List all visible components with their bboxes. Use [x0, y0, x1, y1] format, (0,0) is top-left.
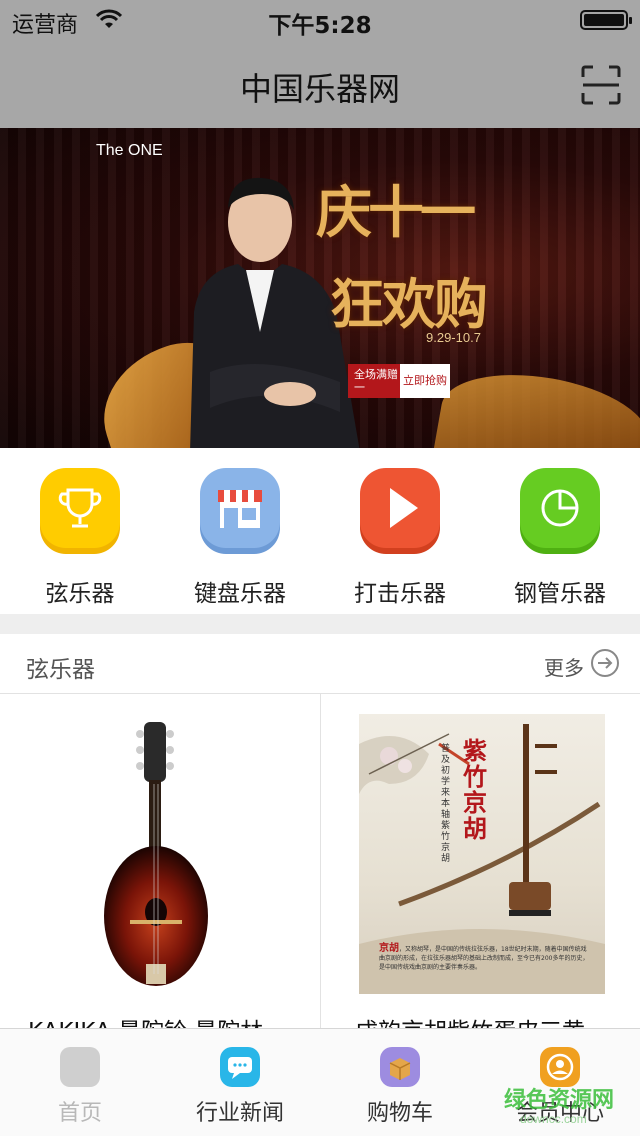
- category-strings[interactable]: 弦乐器: [0, 468, 160, 608]
- home-icon: [60, 1047, 100, 1087]
- top-bar: 运营商 下午5:28 中国乐器网: [0, 0, 640, 128]
- tab-cart[interactable]: 购物车: [320, 1047, 480, 1127]
- promo-banner[interactable]: The ONE 庆十一 狂欢购 9.29-10.7 全场满赠 买一送一 立即抢购: [0, 128, 640, 448]
- mandolin-image: [104, 722, 208, 986]
- category-label: 打击乐器: [354, 581, 446, 607]
- banner-buy-button[interactable]: 立即抢购: [400, 364, 450, 398]
- tab-label: 行业新闻: [195, 1101, 284, 1126]
- category-grid: 弦乐器 键盘乐器 打击乐器 钢管乐器: [0, 448, 640, 614]
- banner-brand: The ONE: [96, 142, 163, 159]
- poster-title: 紫竹京胡: [463, 736, 487, 843]
- watermark-text: 绿色资源网: [504, 1088, 615, 1113]
- banner-slogan-line1: 庆十一: [316, 180, 476, 246]
- section-header: 弦乐器 更多: [0, 634, 640, 694]
- member-icon: [540, 1047, 580, 1087]
- shop-icon: [200, 468, 280, 548]
- pie-chart-icon: [520, 468, 600, 548]
- watermark-url: downcc.com: [520, 1112, 587, 1126]
- news-chat-icon: [220, 1047, 260, 1087]
- product-grid: KAKIKA 曼陀铃 曼陀林 紫竹京胡 普及初学来本轴紫竹京胡 京胡，又称胡琴，…: [0, 694, 640, 1028]
- trophy-icon: [40, 468, 120, 548]
- section-divider: [0, 614, 640, 634]
- status-time: 下午5:28: [268, 13, 372, 39]
- category-label: 弦乐器: [45, 581, 115, 607]
- banner-slogan-line2: 狂欢购: [330, 272, 488, 336]
- product-name: 成韵京胡紫竹蛋皮三黄: [355, 1012, 585, 1028]
- jinghu-poster-image: 紫竹京胡 普及初学来本轴紫竹京胡 京胡，又称胡琴，是中国的传统拉弦乐器，18世纪…: [359, 714, 605, 994]
- poster-subtitle: 普及初学来本轴紫竹京胡: [441, 744, 451, 864]
- poster-caption-lead: 京胡: [379, 943, 399, 954]
- tab-label: 首页: [57, 1101, 102, 1126]
- tab-home[interactable]: 首页: [0, 1047, 160, 1127]
- status-bar: 运营商 下午5:28: [0, 0, 640, 40]
- product-card[interactable]: KAKIKA 曼陀铃 曼陀林: [0, 694, 319, 1028]
- arrow-right-circle-icon[interactable]: [590, 648, 620, 678]
- scan-icon[interactable]: [580, 64, 622, 106]
- battery-icon: [580, 10, 632, 30]
- tab-label: 购物车: [366, 1101, 433, 1126]
- category-percussion[interactable]: 打击乐器: [320, 468, 480, 608]
- poster-caption: 京胡，又称胡琴，是中国的传统拉弦乐器，18世纪时末期，随着中国传统戏曲京剧的形成…: [379, 944, 589, 972]
- page-title: 中国乐器网: [239, 70, 400, 108]
- more-link[interactable]: 更多: [544, 652, 584, 681]
- banner-dates: 9.29-10.7: [426, 330, 481, 345]
- category-keyboard[interactable]: 键盘乐器: [160, 468, 320, 608]
- product-name: KAKIKA 曼陀铃 曼陀林: [28, 1012, 263, 1028]
- cart-box-icon: [380, 1047, 420, 1087]
- product-card[interactable]: 紫竹京胡 普及初学来本轴紫竹京胡 京胡，又称胡琴，是中国的传统拉弦乐器，18世纪…: [320, 694, 639, 1028]
- section-title: 弦乐器: [26, 657, 95, 683]
- category-brass[interactable]: 钢管乐器: [480, 468, 640, 608]
- category-label: 键盘乐器: [194, 581, 286, 607]
- category-label: 钢管乐器: [514, 581, 606, 607]
- tab-news[interactable]: 行业新闻: [160, 1047, 320, 1127]
- play-icon: [360, 468, 440, 548]
- poster-caption-body: ，又称胡琴，是中国的传统拉弦乐器，18世纪时末期，随着中国传统戏曲京剧的形成，在…: [379, 946, 589, 971]
